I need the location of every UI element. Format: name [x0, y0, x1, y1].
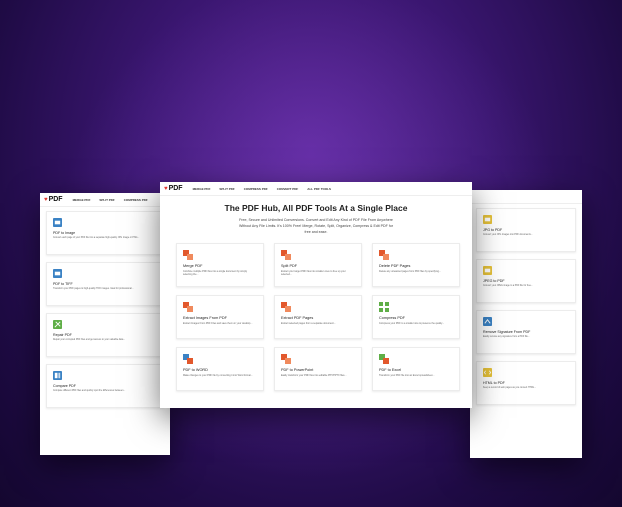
- nav-split-pdf[interactable]: SPLIT PDF: [219, 187, 234, 191]
- tool-desc: Make changes to your PDF file by convert…: [183, 374, 253, 377]
- extract-images-icon: [183, 302, 193, 312]
- tool-title: PDF to TIFF: [53, 282, 73, 286]
- nav-compress-pdf[interactable]: COMPRESS PDF: [244, 187, 268, 191]
- nav-split-pdf[interactable]: SPLIT PDF: [99, 198, 114, 202]
- tool-desc: Transform your PDF pages to high-quality…: [53, 288, 134, 290]
- nav-compress-pdf[interactable]: COMPRESS PDF: [124, 198, 148, 202]
- tool-desc: Easily remove any signature from a PDF f…: [483, 336, 530, 338]
- tool-title: Delete PDF Pages: [379, 264, 411, 268]
- center-navbar: ♥ PDF MERGE PDF SPLIT PDF COMPRESS PDF CO…: [160, 182, 472, 196]
- tool-desc: Compress your PDF to a smaller size & pr…: [379, 322, 445, 325]
- tool-desc: Repair your corrupted PDF files and get …: [53, 339, 126, 341]
- tool-card-pdf-to-image[interactable]: PDF to Image Convert each page of your P…: [46, 211, 164, 255]
- hero-subtitle-line-3: free and ease.: [304, 230, 328, 234]
- left-navbar: ♥ PDF MERGE PDF SPLIT PDF COMPRESS PDF: [40, 193, 170, 207]
- html-to-pdf-icon: [483, 368, 492, 377]
- repair-icon: [53, 320, 62, 329]
- tool-title: Repair PDF: [53, 333, 72, 337]
- heart-icon: ♥: [164, 185, 168, 192]
- tool-card-pdf-to-powerpoint[interactable]: PDF to PowerPoint Easily transform your …: [274, 347, 362, 391]
- tool-title: PDF to WORD: [183, 368, 208, 372]
- pdf-to-word-icon: [183, 354, 193, 364]
- right-tool-list: JPG to PDF Convert your JPG images into …: [470, 204, 582, 416]
- tool-grid: Merge PDF Combine multiple PDF files int…: [160, 239, 472, 395]
- tool-card-merge-pdf[interactable]: Merge PDF Combine multiple PDF files int…: [176, 243, 264, 287]
- nav-convert-pdf[interactable]: CONVERT PDF: [277, 187, 299, 191]
- tool-desc: Extract Images From PDF Files and save t…: [183, 322, 253, 325]
- tool-card-extract-pages[interactable]: Extract PDF Pages Extract selected pages…: [274, 295, 362, 339]
- tool-title: HTML to PDF: [483, 381, 505, 385]
- tool-title: PDF to Excel: [379, 368, 402, 372]
- tool-card-repair-pdf[interactable]: Repair PDF Repair your corrupted PDF fil…: [46, 313, 164, 357]
- tool-title: Compress PDF: [379, 316, 405, 320]
- tool-title: PDF to Image: [53, 231, 76, 235]
- pdf-to-image-icon: [53, 218, 62, 227]
- tool-card-jpeg-to-pdf[interactable]: JPEG to PDF Convert your JPEG image to a…: [476, 259, 576, 303]
- compress-icon: [379, 302, 389, 312]
- tool-title: JPG to PDF: [483, 228, 503, 232]
- tool-card-remove-signature[interactable]: Remove Signature From PDF Easily remove …: [476, 310, 576, 354]
- pdf-to-ppt-icon: [281, 354, 291, 364]
- tool-desc: Transform your PDF file into an Excel sp…: [379, 374, 435, 377]
- extract-pages-icon: [281, 302, 291, 312]
- tool-desc: Convert your JPEG image to a PDF file fo…: [483, 285, 533, 287]
- hero-section: The PDF Hub, All PDF Tools At a Single P…: [160, 196, 472, 239]
- tool-desc: Extract selected pages from a separate d…: [281, 322, 336, 325]
- tool-desc: Delete any unwanted pages from PDF files…: [379, 270, 441, 273]
- nav-merge-pdf[interactable]: MERGE PDF: [193, 187, 211, 191]
- tool-desc: Convert your JPG images into PDF documen…: [483, 234, 533, 236]
- tool-title: PDF to PowerPoint: [281, 368, 314, 372]
- remove-signature-icon: [483, 317, 492, 326]
- tool-title: Extract PDF Pages: [281, 316, 314, 320]
- tool-desc: Convert each page of your PDF file into …: [53, 237, 140, 239]
- center-page-screenshot: ♥ PDF MERGE PDF SPLIT PDF COMPRESS PDF CO…: [160, 182, 472, 408]
- merge-icon: [183, 250, 193, 260]
- left-tool-list: PDF to Image Convert each page of your P…: [40, 207, 170, 419]
- tool-desc: Keep a record of web pages as you conver…: [483, 387, 537, 389]
- compare-icon: [53, 371, 62, 380]
- tool-card-delete-pages[interactable]: Delete PDF Pages Delete any unwanted pag…: [372, 243, 460, 287]
- hero-title: The PDF Hub, All PDF Tools At a Single P…: [224, 203, 408, 213]
- tool-title: JPEG to PDF: [483, 279, 505, 283]
- logo[interactable]: ♥ PDF: [44, 196, 63, 203]
- tool-card-pdf-to-excel[interactable]: PDF to Excel Transform your PDF file int…: [372, 347, 460, 391]
- tool-title: Split PDF: [281, 264, 298, 268]
- tool-title: Compare PDF: [53, 384, 76, 388]
- tool-desc: Compare different PDF files and quickly …: [53, 390, 126, 392]
- nav-merge-pdf[interactable]: MERGE PDF: [73, 198, 91, 202]
- tool-card-html-to-pdf[interactable]: HTML to PDF Keep a record of web pages a…: [476, 361, 576, 405]
- left-page-screenshot: ♥ PDF MERGE PDF SPLIT PDF COMPRESS PDF PD…: [40, 193, 170, 455]
- tool-title: Extract Images From PDF: [183, 316, 227, 320]
- jpeg-to-pdf-icon: [483, 266, 492, 275]
- nav-all-pdf-tools[interactable]: ALL PDF TOOLS: [307, 187, 331, 191]
- logo[interactable]: ♥ PDF: [164, 185, 183, 192]
- tool-title: Merge PDF: [183, 264, 203, 268]
- tool-desc: Combine multiple PDF files into a single…: [183, 270, 248, 277]
- tool-card-pdf-to-tiff[interactable]: PDF to TIFF Transform your PDF pages to …: [46, 262, 164, 306]
- pdf-to-tiff-icon: [53, 269, 62, 278]
- tool-card-extract-images[interactable]: Extract Images From PDF Extract Images F…: [176, 295, 264, 339]
- tool-desc: Easily transform your PDF files into edi…: [281, 374, 347, 377]
- tool-title: Remove Signature From PDF: [483, 330, 531, 334]
- jpg-to-pdf-icon: [483, 215, 492, 224]
- tool-card-jpg-to-pdf[interactable]: JPG to PDF Convert your JPG images into …: [476, 208, 576, 252]
- right-navbar: [470, 190, 582, 204]
- tool-desc: Extract your target PDF files into small…: [281, 270, 346, 277]
- right-page-screenshot: JPG to PDF Convert your JPG images into …: [470, 190, 582, 458]
- tool-card-split-pdf[interactable]: Split PDF Extract your target PDF files …: [274, 243, 362, 287]
- split-icon: [281, 250, 291, 260]
- heart-icon: ♥: [44, 196, 48, 203]
- tool-card-compare-pdf[interactable]: Compare PDF Compare different PDF files …: [46, 364, 164, 408]
- pdf-to-excel-icon: [379, 354, 389, 364]
- delete-pages-icon: [379, 250, 389, 260]
- tool-card-compress-pdf[interactable]: Compress PDF Compress your PDF to a smal…: [372, 295, 460, 339]
- tool-card-pdf-to-word[interactable]: PDF to WORD Make changes to your PDF fil…: [176, 347, 264, 391]
